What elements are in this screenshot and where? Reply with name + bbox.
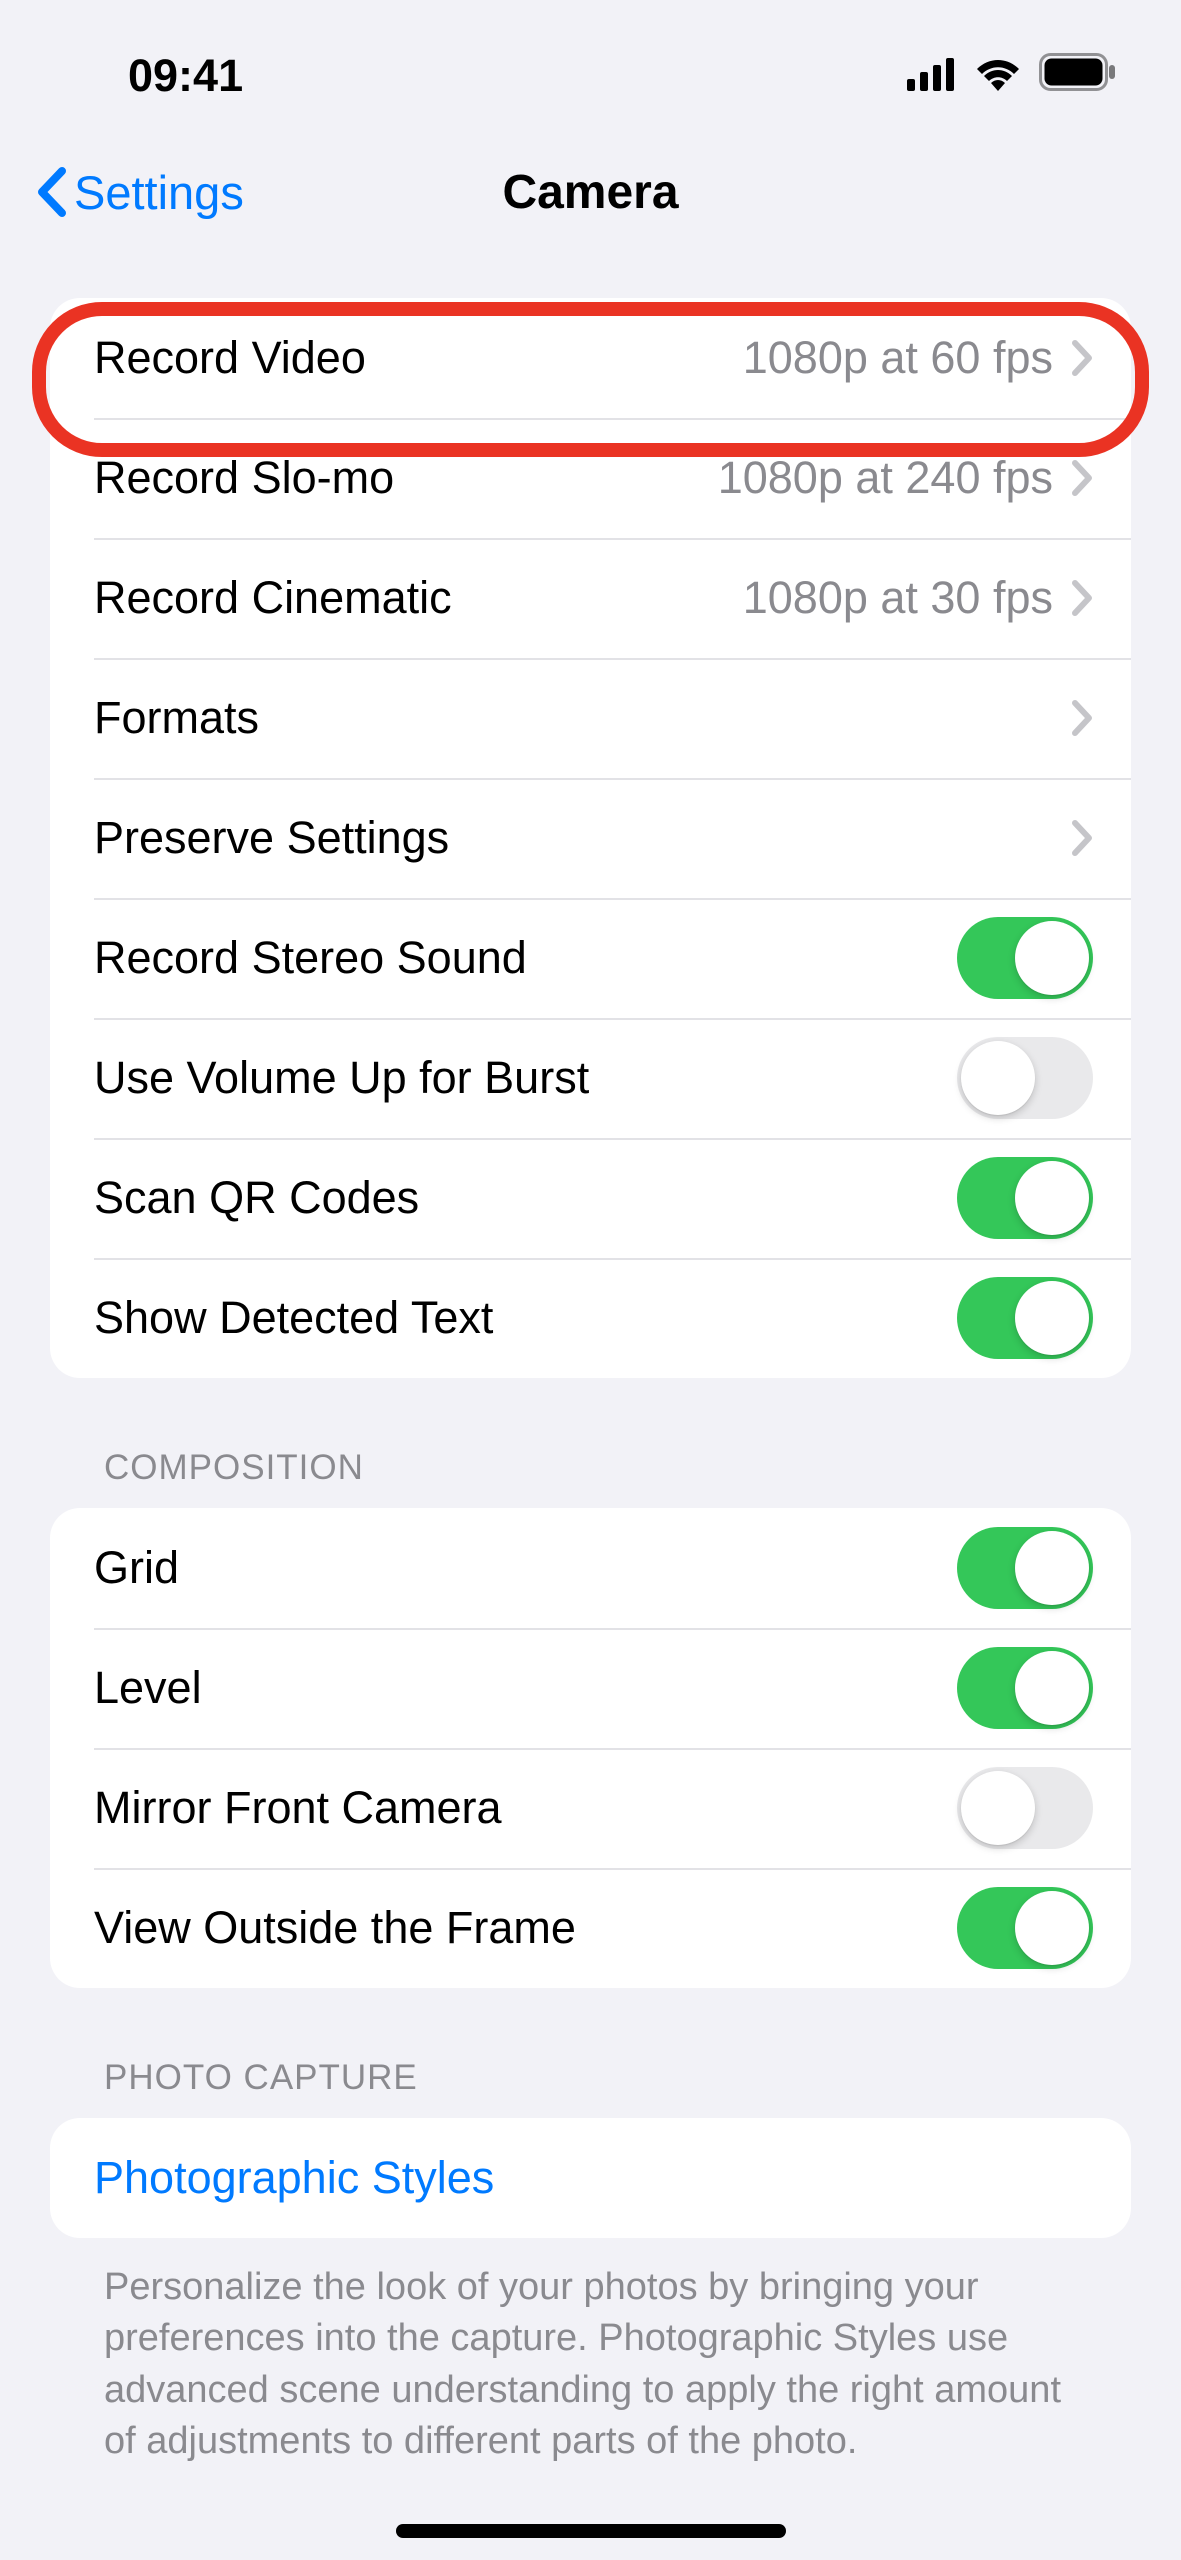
row-detail: 1080p at 240 fps <box>718 452 1053 504</box>
row-level: Level <box>50 1628 1131 1748</box>
row-view-outside-frame: View Outside the Frame <box>50 1868 1131 1988</box>
row-detail: 1080p at 60 fps <box>743 332 1053 384</box>
settings-group-composition: Grid Level Mirror Front Camera View Outs… <box>50 1508 1131 1988</box>
row-use-volume-up-for-burst: Use Volume Up for Burst <box>50 1018 1131 1138</box>
chevron-right-icon <box>1071 459 1093 497</box>
page-title: Camera <box>502 165 678 220</box>
row-label: Scan QR Codes <box>94 1172 419 1224</box>
back-label: Settings <box>74 165 244 220</box>
toggle-scan-qr-codes[interactable] <box>957 1157 1093 1239</box>
home-indicator[interactable] <box>396 2524 786 2538</box>
row-label: Mirror Front Camera <box>94 1782 502 1834</box>
toggle-grid[interactable] <box>957 1527 1093 1609</box>
row-record-video[interactable]: Record Video 1080p at 60 fps <box>50 298 1131 418</box>
toggle-use-volume-up-burst[interactable] <box>957 1037 1093 1119</box>
camera-settings-screen: 09:41 Settings Camera Record V <box>0 0 1181 2560</box>
row-record-cinematic[interactable]: Record Cinematic 1080p at 30 fps <box>50 538 1131 658</box>
navigation-bar: Settings Camera <box>0 132 1181 252</box>
chevron-right-icon <box>1071 699 1093 737</box>
row-record-stereo-sound: Record Stereo Sound <box>50 898 1131 1018</box>
row-detail: 1080p at 30 fps <box>743 572 1053 624</box>
row-label: Preserve Settings <box>94 812 449 864</box>
wifi-icon <box>973 50 1023 102</box>
toggle-view-outside-frame[interactable] <box>957 1887 1093 1969</box>
battery-icon <box>1039 50 1117 102</box>
row-grid: Grid <box>50 1508 1131 1628</box>
row-show-detected-text: Show Detected Text <box>50 1258 1131 1378</box>
row-photographic-styles[interactable]: Photographic Styles <box>50 2118 1131 2238</box>
row-label: Use Volume Up for Burst <box>94 1052 589 1104</box>
row-preserve-settings[interactable]: Preserve Settings <box>50 778 1131 898</box>
toggle-record-stereo-sound[interactable] <box>957 917 1093 999</box>
section-header-composition: COMPOSITION <box>50 1378 1131 1508</box>
row-label: Level <box>94 1662 202 1714</box>
toggle-show-detected-text[interactable] <box>957 1277 1093 1359</box>
row-record-slo-mo[interactable]: Record Slo-mo 1080p at 240 fps <box>50 418 1131 538</box>
chevron-right-icon <box>1071 339 1093 377</box>
cellular-icon <box>907 50 957 102</box>
chevron-left-icon <box>34 167 70 217</box>
section-footer-photo-capture: Personalize the look of your photos by b… <box>50 2238 1131 2467</box>
row-label: Show Detected Text <box>94 1292 493 1344</box>
toggle-mirror-front-camera[interactable] <box>957 1767 1093 1849</box>
row-label: View Outside the Frame <box>94 1902 576 1954</box>
row-formats[interactable]: Formats <box>50 658 1131 778</box>
chevron-right-icon <box>1071 579 1093 617</box>
row-label: Record Stereo Sound <box>94 932 527 984</box>
status-time: 09:41 <box>128 50 243 102</box>
row-label: Record Cinematic <box>94 572 452 624</box>
row-label: Record Video <box>94 332 366 384</box>
row-label: Grid <box>94 1542 179 1594</box>
chevron-right-icon <box>1071 819 1093 857</box>
toggle-level[interactable] <box>957 1647 1093 1729</box>
row-label: Formats <box>94 692 259 744</box>
back-button[interactable]: Settings <box>34 165 244 220</box>
status-indicators <box>907 50 1117 102</box>
settings-group-main: Record Video 1080p at 60 fps Record Slo-… <box>50 298 1131 1378</box>
settings-group-photo-capture: Photographic Styles <box>50 2118 1131 2238</box>
row-scan-qr-codes: Scan QR Codes <box>50 1138 1131 1258</box>
row-label: Record Slo-mo <box>94 452 394 504</box>
row-mirror-front-camera: Mirror Front Camera <box>50 1748 1131 1868</box>
row-label: Photographic Styles <box>94 2152 494 2204</box>
section-header-photo-capture: PHOTO CAPTURE <box>50 1988 1131 2118</box>
status-bar: 09:41 <box>0 20 1181 132</box>
